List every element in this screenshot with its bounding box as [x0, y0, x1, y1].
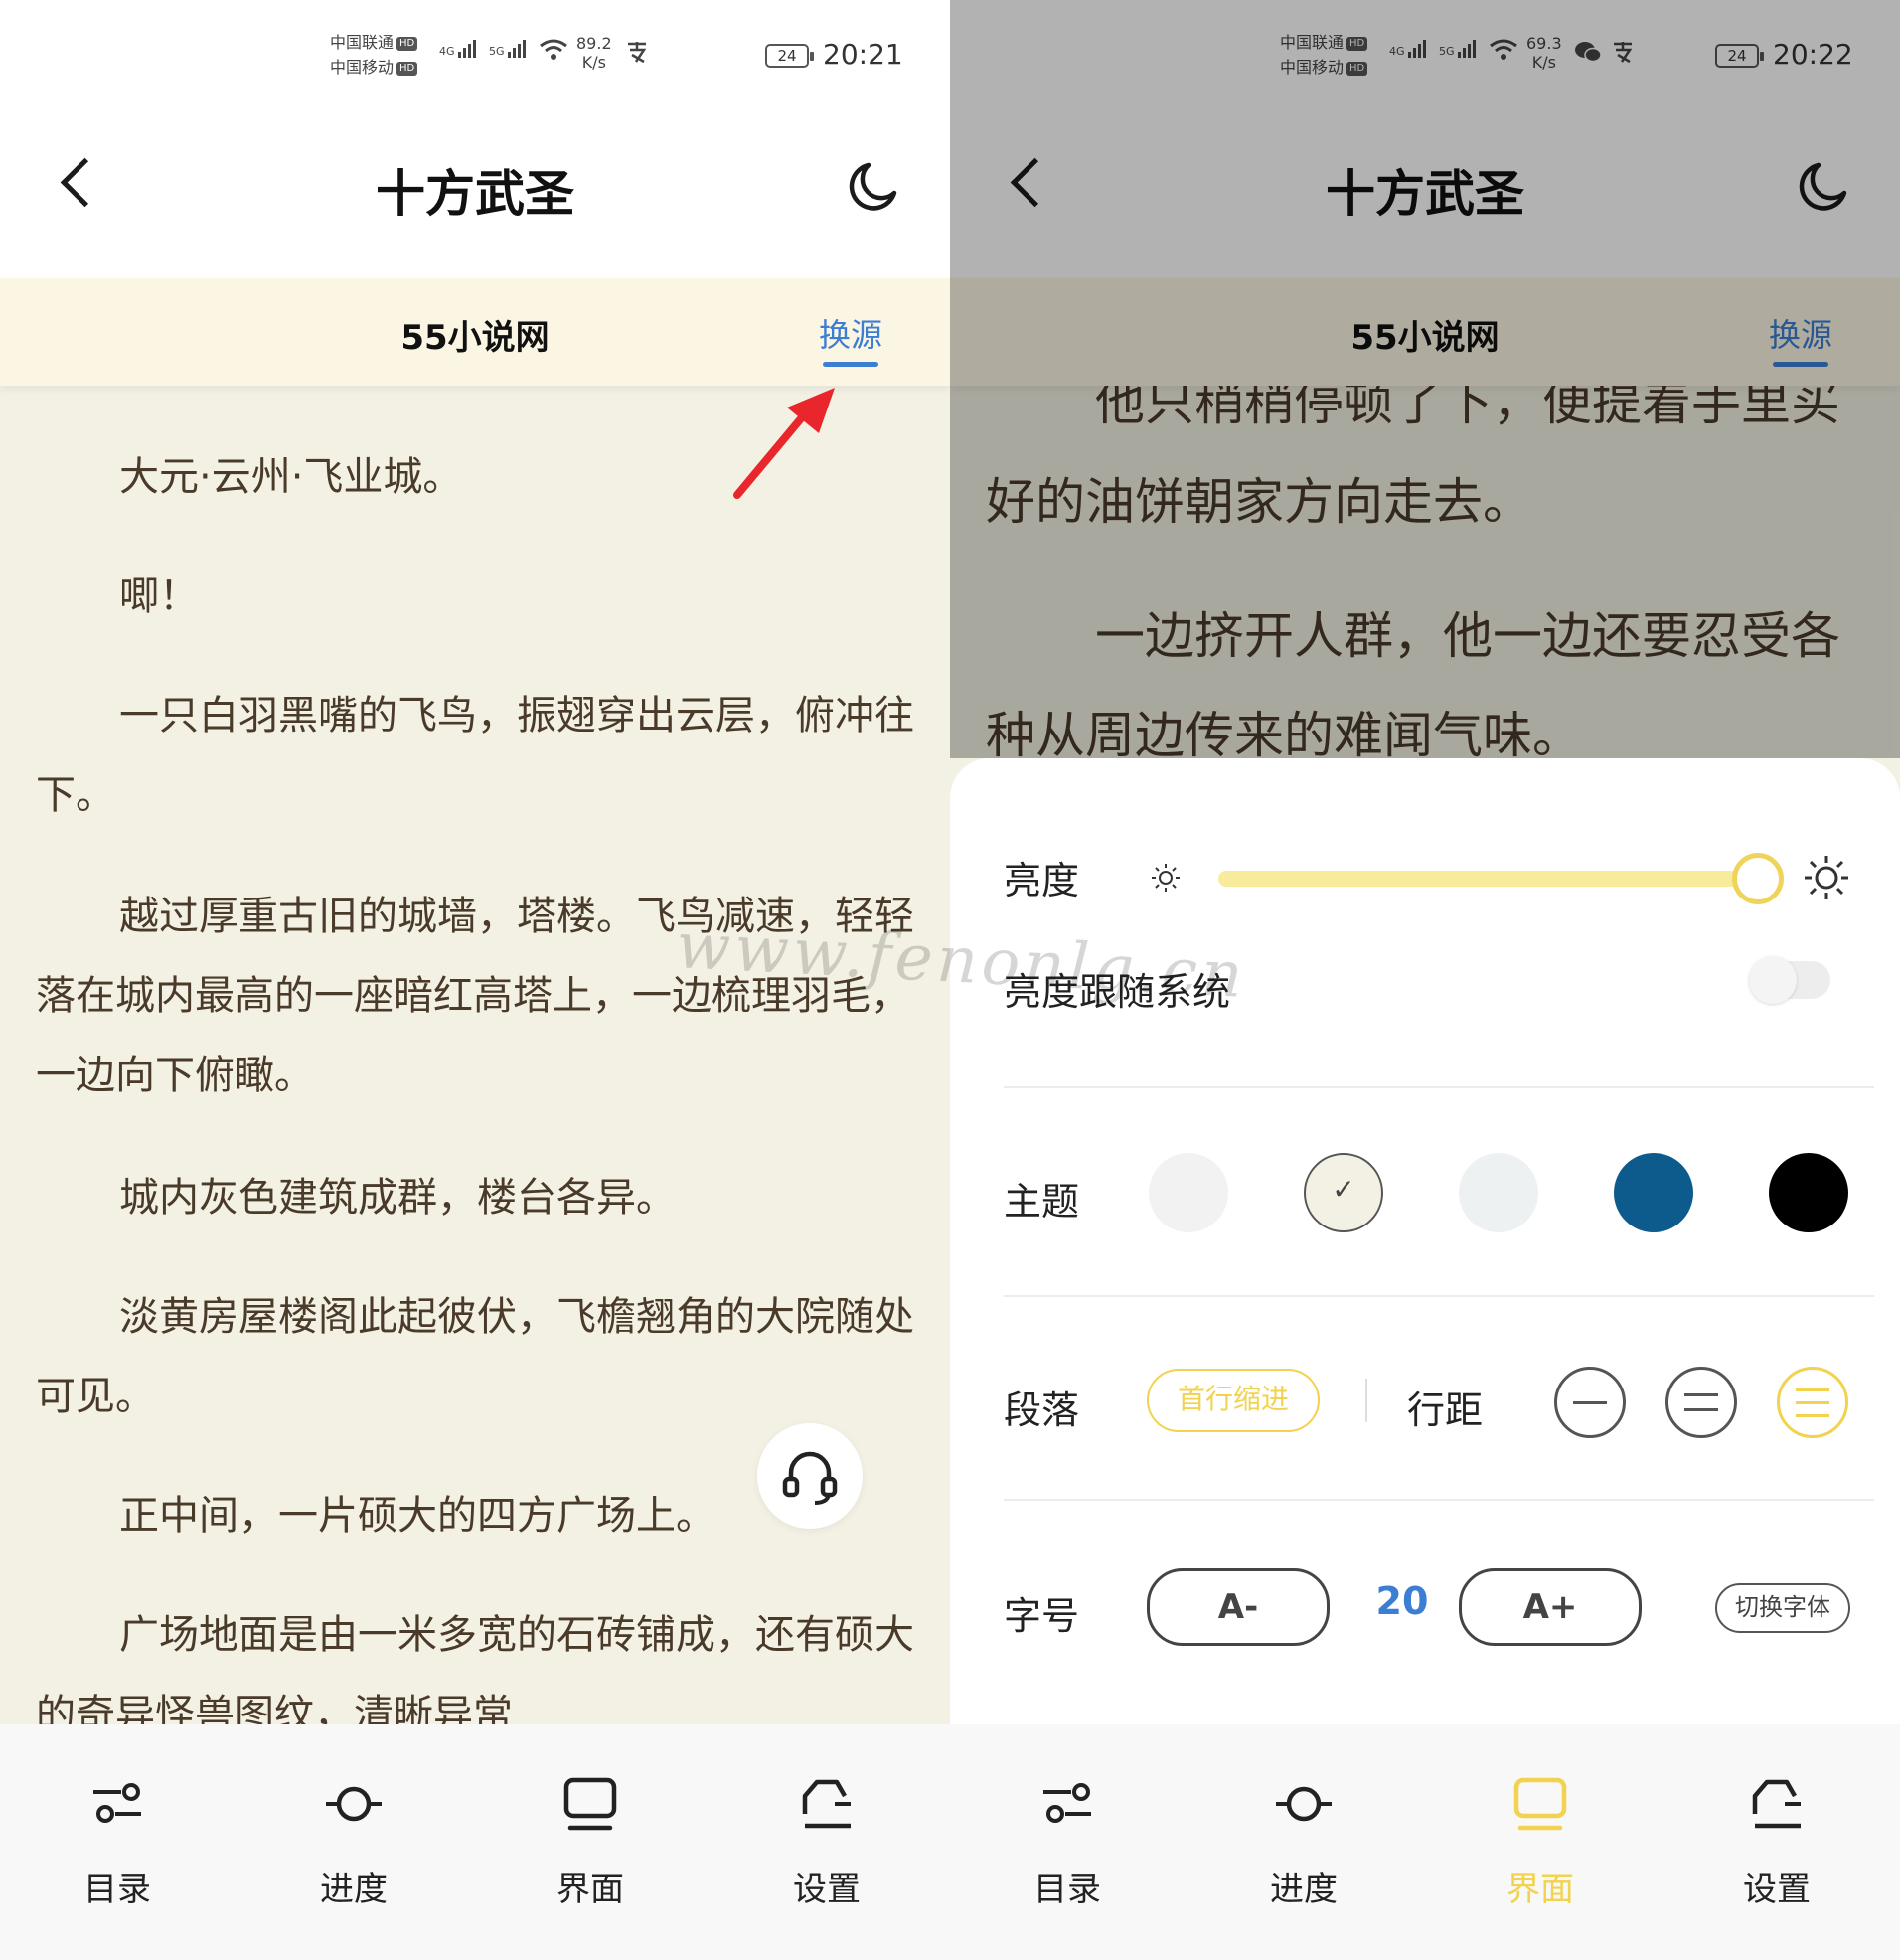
status-bar: 中国联通 HD 中国移动 HD 4G 5G 89.2 K/s 24 20:21: [0, 0, 950, 109]
nav-interface[interactable]: 界面: [491, 1724, 690, 1960]
divider: [1004, 1499, 1874, 1501]
alipay-icon: [1610, 40, 1636, 70]
source-bar: 55小说网 换源: [950, 278, 1900, 386]
nav-settings[interactable]: 设置: [727, 1724, 926, 1960]
top-bar: 十方武圣: [0, 109, 950, 278]
wechat-icon: [1574, 40, 1602, 70]
follow-system-toggle[interactable]: [1749, 956, 1830, 1004]
bottom-toolbar: 目录 进度 界面 设置: [950, 1724, 1900, 1960]
headset-icon: [782, 1451, 838, 1505]
catalog-icon: [93, 1783, 141, 1823]
signal-4g-icon: 4G: [1389, 40, 1428, 58]
top-bar: 十方武圣: [950, 109, 1900, 278]
line-spacing-label: 行距: [1407, 1388, 1484, 1432]
catalog-icon: [1043, 1783, 1091, 1823]
progress-icon: [326, 1786, 382, 1822]
nav-progress[interactable]: 进度: [1204, 1724, 1403, 1960]
battery-icon: 24: [1715, 44, 1764, 68]
theme-swatch[interactable]: [1149, 1153, 1228, 1232]
paragraph-label: 段落: [1004, 1388, 1080, 1432]
night-mode-icon[interactable]: [1795, 159, 1850, 215]
signal-5g-icon: 5G: [1439, 40, 1478, 58]
status-bar: 中国联通 HD 中国移动 HD 4G 5G 69.3 K/s 24 20:22: [950, 0, 1900, 109]
night-mode-icon[interactable]: [845, 159, 900, 215]
progress-icon: [1276, 1786, 1332, 1822]
nav-progress[interactable]: 进度: [254, 1724, 453, 1960]
brightness-label: 亮度: [1004, 859, 1080, 902]
clock: 20:22: [1773, 38, 1853, 71]
listen-button[interactable]: [757, 1423, 863, 1529]
network-speed: 69.3 K/s: [1526, 34, 1562, 72]
signal-4g-icon: 4G: [439, 40, 478, 58]
interface-icon: [563, 1777, 617, 1831]
divider: [1004, 1295, 1874, 1297]
paragraph: 唧！: [119, 573, 199, 619]
paragraph: 越过厚重古旧的城墙，塔楼。飞鸟减速，轻轻落在城内最高的一座暗红高塔上，一边梳理羽…: [36, 894, 914, 1098]
battery-icon: 24: [765, 44, 814, 68]
line-spacing-medium-button[interactable]: [1665, 1367, 1737, 1438]
first-line-indent-button[interactable]: 首行缩进: [1147, 1369, 1320, 1432]
source-name: 55小说网: [1350, 318, 1500, 358]
theme-swatch[interactable]: [1459, 1153, 1538, 1232]
font-size-label: 字号: [1004, 1594, 1080, 1638]
settings-icon: [1752, 1779, 1801, 1829]
brightness-low-icon: [1152, 864, 1180, 892]
paragraph: 淡黄房屋楼阁此起彼伏，飞檐翘角的大院随处可见。: [36, 1294, 914, 1419]
book-title: 十方武圣: [1326, 165, 1524, 223]
brightness-slider[interactable]: [1218, 871, 1755, 887]
book-title: 十方武圣: [376, 165, 574, 223]
bottom-toolbar: 目录 进度 界面 设置: [0, 1724, 950, 1960]
increase-font-button[interactable]: A+: [1459, 1568, 1642, 1646]
paragraph: 一只白羽黑嘴的飞鸟，振翅穿出云层，俯冲往下。: [36, 693, 914, 818]
wifi-icon: [539, 38, 568, 68]
red-arrow-annotation: [733, 388, 835, 499]
theme-swatch-selected[interactable]: ✓: [1304, 1153, 1383, 1232]
interface-icon: [1513, 1777, 1567, 1831]
paragraph: 城内灰色建筑成群，楼台各异。: [119, 1175, 676, 1221]
carrier-info: 中国联通 HD 中国移动 HD: [330, 30, 418, 80]
brightness-high-icon: [1805, 856, 1848, 899]
carrier-info: 中国联通 HD 中国移动 HD: [1280, 30, 1368, 80]
nav-interface[interactable]: 界面: [1441, 1724, 1640, 1960]
source-bar: 55小说网 换源: [0, 278, 950, 386]
source-name: 55小说网: [400, 318, 550, 358]
alipay-icon: [624, 40, 650, 70]
theme-swatch[interactable]: [1614, 1153, 1693, 1232]
separator: [1365, 1379, 1367, 1422]
check-icon: ✓: [1332, 1173, 1355, 1206]
switch-font-button[interactable]: 切换字体: [1715, 1583, 1850, 1633]
signal-5g-icon: 5G: [489, 40, 528, 58]
switch-source-button[interactable]: 换源: [819, 310, 882, 367]
settings-panel: 亮度 亮度跟随系统 主题 ✓ 段落 首行缩进 行距 字号 A- 20 A+ 切换…: [950, 758, 1900, 1724]
wifi-icon: [1489, 38, 1518, 68]
font-size-value: 20: [1375, 1579, 1429, 1623]
network-speed: 89.2 K/s: [576, 34, 612, 72]
line-spacing-small-button[interactable]: [1554, 1367, 1626, 1438]
theme-label: 主题: [1004, 1180, 1080, 1224]
paragraph: 一边挤开人群，他一边还要忍受各种从周边传来的难闻气味。: [986, 607, 1840, 764]
decrease-font-button[interactable]: A-: [1147, 1568, 1330, 1646]
nav-settings[interactable]: 设置: [1677, 1724, 1876, 1960]
nav-catalog[interactable]: 目录: [18, 1724, 217, 1960]
line-spacing-large-button[interactable]: [1777, 1367, 1848, 1438]
divider: [1004, 1086, 1874, 1088]
switch-source-button[interactable]: 换源: [1769, 310, 1832, 367]
paragraph: 广场地面是由一米多宽的石砖铺成，还有硕大的奇异怪兽图纹，清晰异常: [36, 1612, 914, 1724]
nav-catalog[interactable]: 目录: [968, 1724, 1167, 1960]
settings-icon: [802, 1779, 851, 1829]
theme-swatch[interactable]: [1769, 1153, 1848, 1232]
brightness-slider-thumb[interactable]: [1732, 853, 1784, 904]
clock: 20:21: [823, 38, 903, 71]
